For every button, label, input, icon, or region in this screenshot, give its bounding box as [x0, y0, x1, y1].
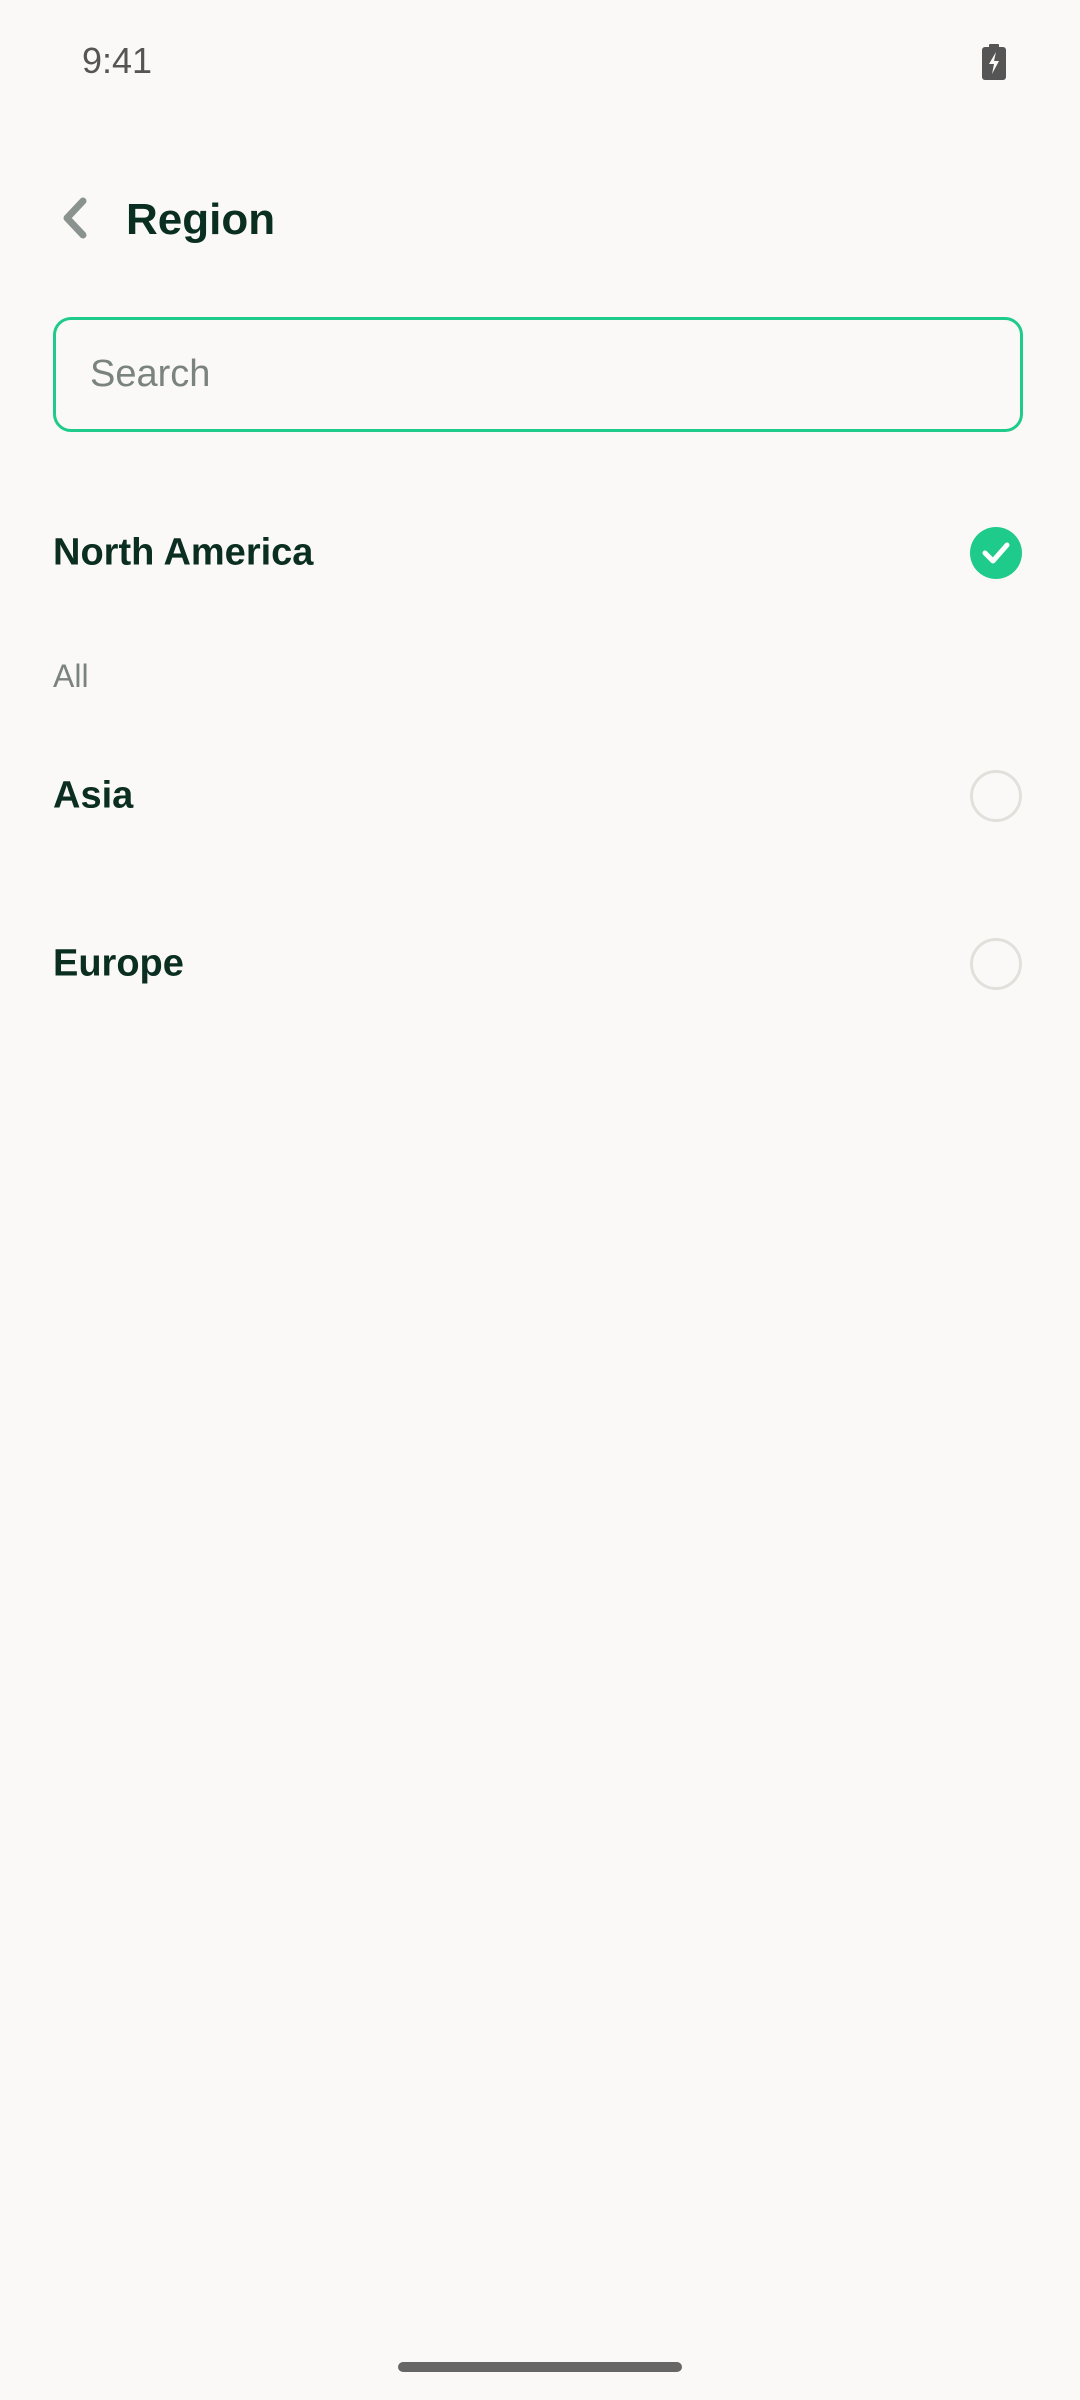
- status-time: 9:41: [82, 40, 153, 81]
- radio-unchecked-icon[interactable]: [970, 770, 1022, 822]
- home-indicator[interactable]: [398, 2362, 682, 2372]
- region-option-label: North America: [53, 531, 314, 574]
- region-option-label: Europe: [53, 942, 184, 985]
- chevron-left-icon: [59, 197, 89, 244]
- radio-unchecked-icon[interactable]: [970, 938, 1022, 990]
- region-option-selected[interactable]: North America: [0, 498, 1080, 608]
- status-bar: 9:41: [0, 0, 1080, 126]
- region-option[interactable]: Europe: [0, 909, 1080, 1019]
- search-box[interactable]: [53, 317, 1023, 432]
- region-option-label: Asia: [53, 774, 134, 817]
- search-input[interactable]: [88, 352, 992, 397]
- section-label: All: [53, 658, 89, 694]
- radio-checked-icon[interactable]: [970, 527, 1022, 579]
- header: Region: [0, 180, 1080, 260]
- back-button[interactable]: [48, 194, 100, 246]
- battery-charging-icon: [982, 44, 1006, 80]
- page-title: Region: [126, 195, 276, 244]
- region-option[interactable]: Asia: [0, 741, 1080, 851]
